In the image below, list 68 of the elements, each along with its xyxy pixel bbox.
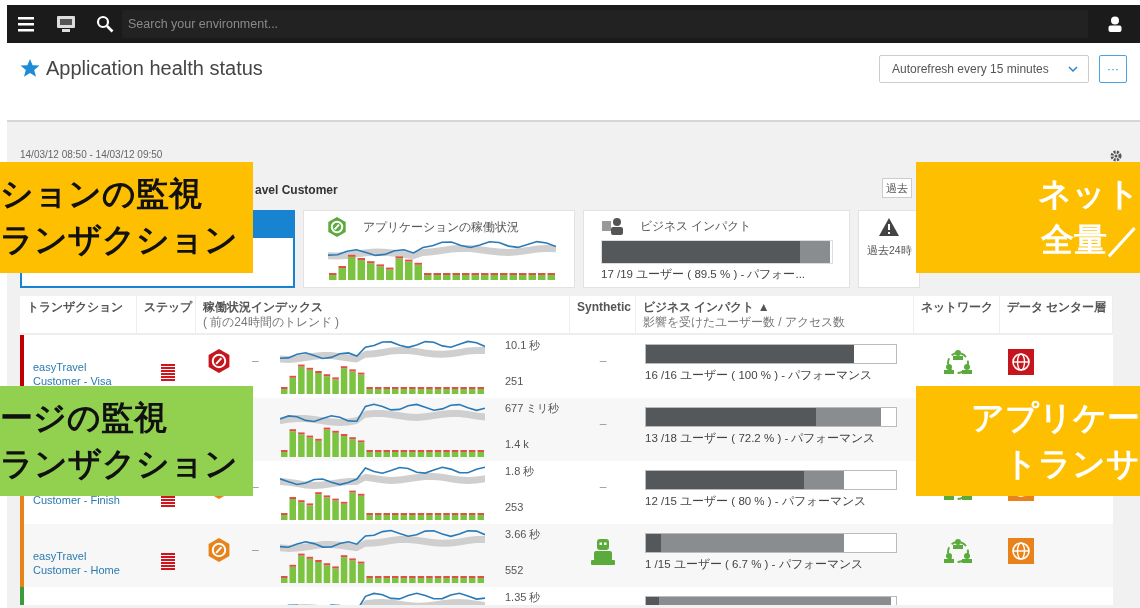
alert-text: 過去24時 [867, 243, 912, 258]
autorefresh-dropdown[interactable]: Autorefresh every 15 minutes [879, 55, 1089, 83]
search-field[interactable]: Search your environment... [122, 10, 1088, 38]
impact-text: 13 /18 ユーザー ( 72.2 % ) - パフォーマンス [645, 431, 876, 445]
callout-text: ネット [1038, 175, 1140, 212]
column-header[interactable]: 稼働状況インデックス [203, 300, 323, 315]
visit-count: 1.4 k [505, 437, 530, 451]
callout-text: トランサ [1004, 445, 1140, 482]
range-select[interactable]: 過去 [882, 178, 912, 198]
chevron-down-icon [1068, 66, 1078, 72]
column-subheader: 影響を受けたユーザー数 / アクセス数 [643, 315, 845, 330]
monitor-icon[interactable] [56, 15, 76, 33]
dashboard-tile[interactable]: アプリケーションの稼働状況 [303, 210, 575, 288]
synthetic-dash: – [599, 353, 607, 370]
impact-text: 1 /15 ユーザー ( 6.7 % ) - パフォーマンス [645, 557, 863, 571]
star-icon[interactable] [20, 58, 40, 78]
globe-icon [1008, 538, 1034, 564]
transaction-link[interactable]: easyTravel Customer - Home [33, 534, 125, 577]
response-time: 10.1 秒 [505, 338, 541, 352]
person-screen-icon [602, 217, 624, 235]
impact-text: 12 /15 ユーザー ( 80 % ) - パフォーマンス [645, 494, 866, 508]
page-title: Application health status [46, 56, 263, 81]
globe-icon [1008, 349, 1034, 375]
striped-bars-icon[interactable] [161, 553, 175, 571]
tile-title: アプリケーションの稼働状況 [363, 219, 519, 236]
impact-text: 16 /16 ユーザー ( 100 % ) - パフォーマンス [645, 368, 873, 382]
response-time: 1.8 秒 [505, 464, 535, 478]
hexagon-gauge-icon [327, 217, 347, 237]
callout-text: 全量／ [1041, 221, 1140, 258]
trend-dash: – [252, 353, 260, 370]
dashboard-tile[interactable]: 過去24時 [858, 210, 920, 288]
response-time: 677 ミリ秒 [505, 401, 560, 415]
impact-summary: 17 /19 ユーザー ( 89.5 % ) - パフォー... [601, 267, 807, 281]
warning-icon [878, 217, 900, 237]
callout-text: ランザクション [0, 445, 238, 482]
hexagon-gauge-icon [207, 537, 231, 562]
callout-text: ランザクション [0, 221, 238, 258]
response-time: 3.66 秒 [505, 527, 541, 541]
visit-count: 552 [505, 563, 525, 577]
callout-text: ションの監視 [0, 175, 202, 212]
application-name: avel Customer [255, 182, 338, 198]
response-time: 1.35 秒 [505, 590, 541, 604]
robot-icon [589, 538, 617, 566]
search-icon[interactable] [96, 15, 114, 33]
tile-title: ビジネス インパクト [640, 218, 752, 235]
hexagon-gauge-icon [207, 348, 231, 373]
callout-text: アプリケー [971, 399, 1140, 436]
column-header[interactable]: ネットワーク [921, 300, 993, 315]
dashboard-tile[interactable]: ビジネス インパクト 17 /19 ユーザー ( 89.5 % ) - パフォー... [583, 210, 850, 288]
callout-text: ージの監視 [0, 399, 167, 436]
settings-icon[interactable] [1110, 150, 1122, 162]
synthetic-dash: – [599, 416, 607, 433]
more-button[interactable]: ··· [1099, 55, 1127, 83]
menu-icon[interactable] [18, 16, 36, 32]
timeframe-text: 14/03/12 08:50 - 14/03/12 09:50 [20, 148, 163, 162]
column-header[interactable]: Synthetic [577, 300, 631, 315]
column-header[interactable]: データ センター層 [1007, 300, 1107, 315]
column-subheader: ( 前の24時間のトレンド ) [203, 315, 339, 330]
column-header[interactable]: ビジネス インパクト ▲ [643, 300, 770, 315]
trend-dash: – [252, 542, 260, 559]
visit-count: 251 [505, 374, 525, 388]
column-header[interactable]: ステップ [144, 300, 192, 315]
visit-count: 253 [505, 500, 525, 514]
striped-bars-icon[interactable] [161, 364, 175, 382]
column-header[interactable]: トランザクション [27, 300, 123, 315]
user-icon[interactable] [1108, 16, 1122, 32]
synthetic-dash: – [599, 479, 607, 496]
transaction-link[interactable]: easyTravel Customer - Visa [33, 345, 125, 388]
